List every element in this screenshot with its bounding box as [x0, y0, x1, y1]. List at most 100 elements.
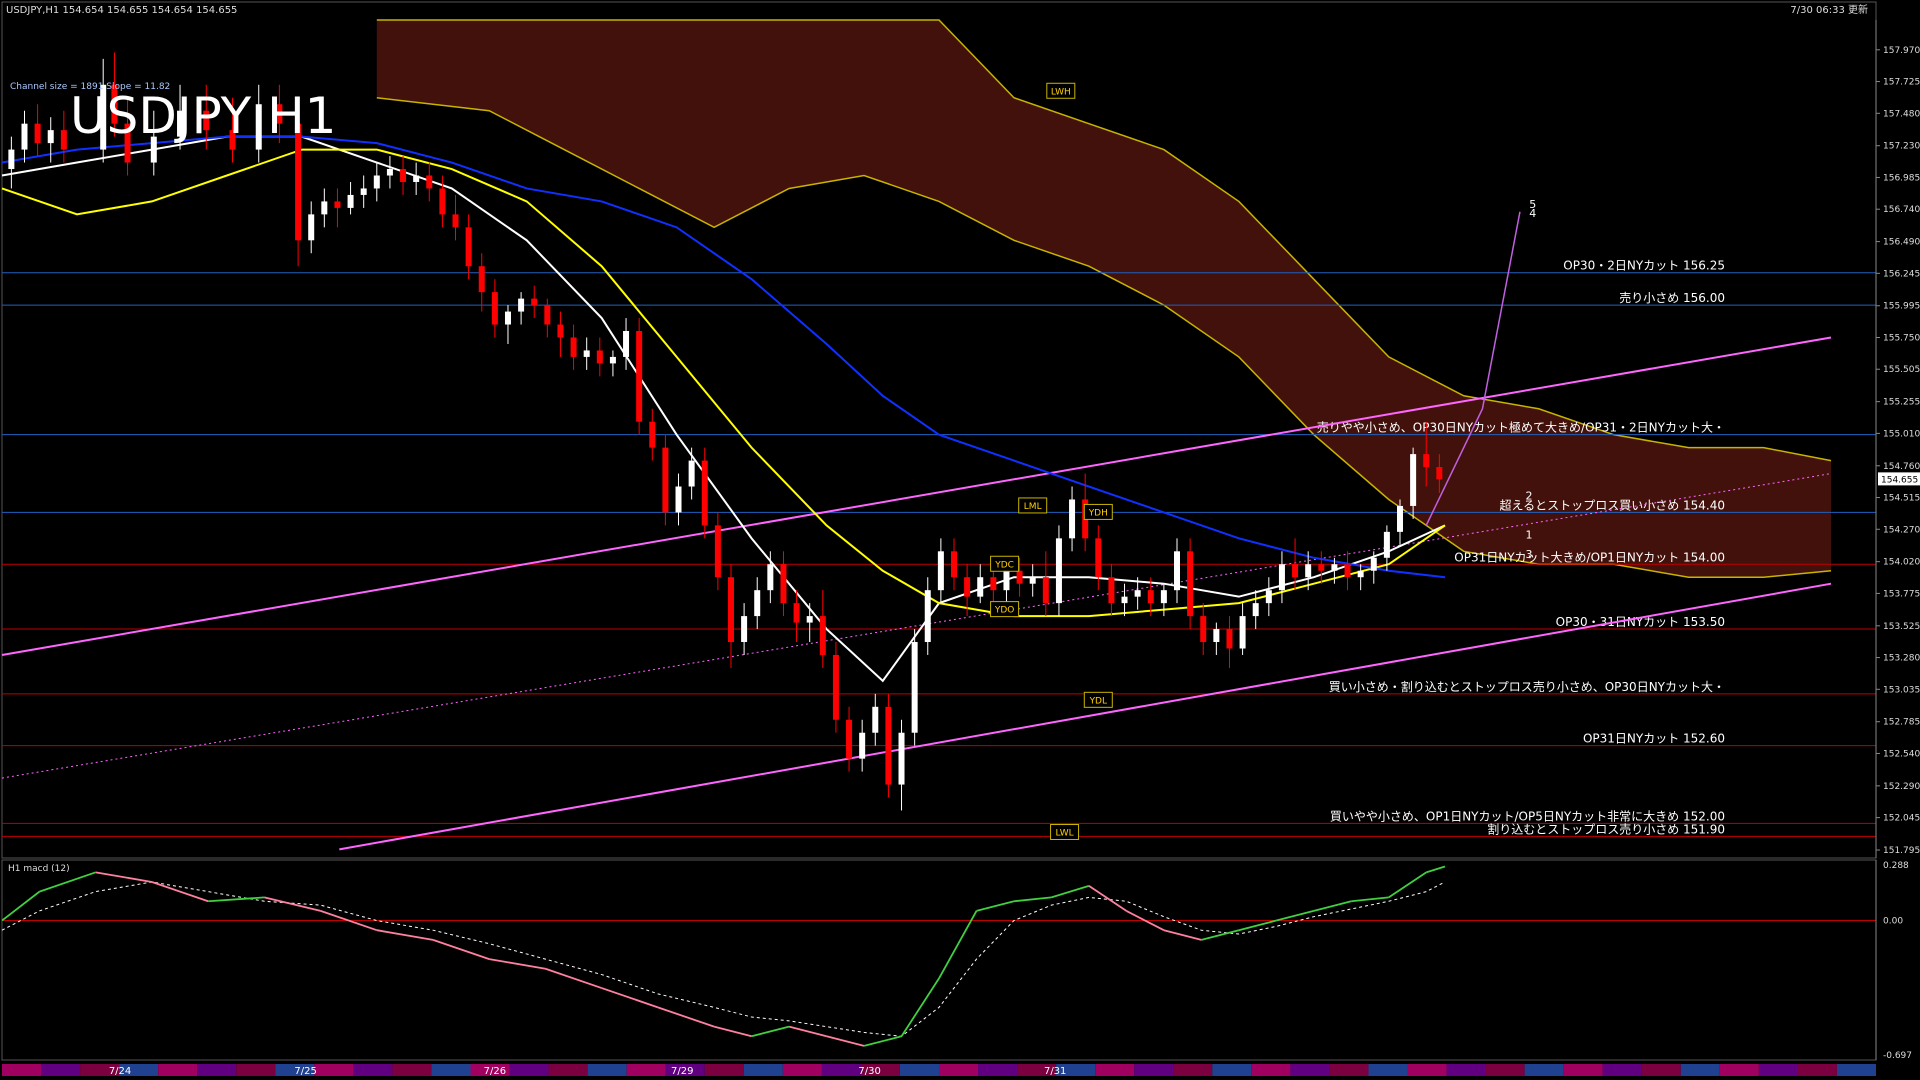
candle-body [347, 194, 354, 208]
candle-body [373, 175, 380, 189]
price-tick-label: 154.020 [1883, 558, 1920, 568]
price-tick-label: 152.045 [1883, 814, 1920, 824]
marker-label: LML [1024, 502, 1042, 512]
session-bar [1563, 1064, 1603, 1076]
session-bar [587, 1064, 627, 1076]
candle-body [911, 642, 918, 733]
level-label: 売りやや小さめ、OP30日NYカット極めて大きめ/OP31・2日NYカット大・ [1317, 420, 1725, 435]
wave-label: 3 [1526, 548, 1533, 561]
candle-body [21, 123, 28, 150]
chart-timestamp: 7/30 06:33 更新 [1790, 3, 1868, 16]
candle-body [504, 311, 511, 325]
level-label: OP31日NYカット 152.60 [1583, 732, 1725, 746]
candle-body [688, 460, 695, 487]
price-tick-label: 155.255 [1883, 398, 1920, 408]
time-tick-label: 7/25 [294, 1066, 316, 1077]
candle-body [557, 324, 564, 338]
candle-body [714, 525, 721, 578]
candle-body [308, 214, 315, 241]
level-label: 割り込むとストップロス売り小さめ 151.90 [1487, 821, 1725, 836]
candle-body [898, 732, 905, 785]
wave-label: 4 [1529, 207, 1536, 220]
candle-body [386, 169, 393, 176]
candle-body [1029, 577, 1036, 584]
candle-body [1383, 531, 1390, 558]
session-bar [197, 1064, 237, 1076]
session-bar [236, 1064, 276, 1076]
candle-body [570, 337, 577, 357]
session-bar [431, 1064, 471, 1076]
marker-label: YDL [1089, 696, 1107, 706]
time-tick-label: 7/29 [671, 1066, 693, 1077]
candle-body [636, 331, 643, 422]
candle-body [1305, 564, 1312, 578]
price-tick-label: 157.970 [1883, 46, 1920, 56]
session-bar [1446, 1064, 1486, 1076]
session-bar [1212, 1064, 1252, 1076]
session-bar [743, 1064, 783, 1076]
session-bar [1368, 1064, 1408, 1076]
price-tick-label: 156.490 [1883, 238, 1920, 248]
session-bar [821, 1064, 861, 1076]
macd-tick-label: 0.00 [1883, 917, 1903, 927]
price-tick-label: 155.750 [1883, 333, 1920, 343]
level-label: 買い小さめ・割り込むとストップロス売り小さめ、OP30日NYカット大・ [1329, 679, 1725, 694]
candle-body [1344, 564, 1351, 578]
candle-body [741, 616, 748, 643]
price-tick-label: 157.230 [1883, 142, 1920, 152]
candle-body [1252, 603, 1259, 617]
candle-body [1331, 564, 1338, 571]
macd-tick-label: 0.288 [1883, 861, 1909, 871]
level-label: 買いやや小さめ、OP1日NYカット/OP5日NYカット非常に大きめ 152.00 [1330, 809, 1725, 823]
candle-body [426, 175, 433, 189]
candle-body [1042, 577, 1049, 604]
candle-body [977, 577, 984, 597]
session-bar [1836, 1064, 1876, 1076]
candle-body [583, 350, 590, 357]
time-tick-label: 7/31 [1044, 1066, 1066, 1077]
session-bar [1524, 1064, 1564, 1076]
marker-label: YDH [1088, 508, 1108, 518]
candle-body [1278, 564, 1285, 591]
session-bar [1407, 1064, 1447, 1076]
session-bar [158, 1064, 198, 1076]
candle-body [819, 616, 826, 655]
price-tick-label: 153.525 [1883, 622, 1920, 632]
level-label: OP30・2日NYカット 156.25 [1563, 259, 1725, 273]
price-tick-label: 153.775 [1883, 589, 1920, 599]
candle-body [321, 201, 328, 215]
candle-body [1003, 570, 1010, 591]
candle-body [1370, 557, 1377, 571]
candle-body [465, 227, 472, 267]
session-bar [548, 1064, 588, 1076]
level-label: 売り小さめ 156.00 [1619, 290, 1725, 305]
time-axis: 7/24 7/25 7/26 7/29 7/30 7/31 [2, 1064, 1876, 1077]
candle-body [1410, 454, 1417, 506]
candle-body [1160, 590, 1167, 604]
marker-label: YDO [994, 606, 1015, 616]
session-bar [626, 1064, 666, 1076]
price-tick-label: 156.245 [1883, 269, 1920, 279]
session-bar [2, 1064, 42, 1076]
candle-body [34, 123, 41, 144]
level-label: OP31日NYカット大きめ/OP1日NYカット 154.00 [1454, 550, 1725, 564]
candle-body [806, 616, 813, 623]
session-bar [1680, 1064, 1720, 1076]
price-tick-label: 152.540 [1883, 749, 1920, 759]
candle-body [8, 149, 15, 170]
session-bar [978, 1064, 1018, 1076]
candle-body [452, 214, 459, 228]
candle-body [675, 486, 682, 513]
price-tick-label: 155.010 [1883, 429, 1920, 439]
price-tick-label: 157.725 [1883, 78, 1920, 88]
price-tick-label: 156.985 [1883, 173, 1920, 183]
session-bar [1641, 1064, 1681, 1076]
session-bar [41, 1064, 81, 1076]
candle-body [623, 331, 630, 357]
session-bar [782, 1064, 822, 1076]
current-price-label: 154.655 [1881, 475, 1918, 485]
marker-label: YDC [994, 560, 1014, 570]
time-tick-label: 7/24 [109, 1066, 131, 1077]
marker-label: LWL [1056, 829, 1074, 839]
session-bar [1719, 1064, 1759, 1076]
